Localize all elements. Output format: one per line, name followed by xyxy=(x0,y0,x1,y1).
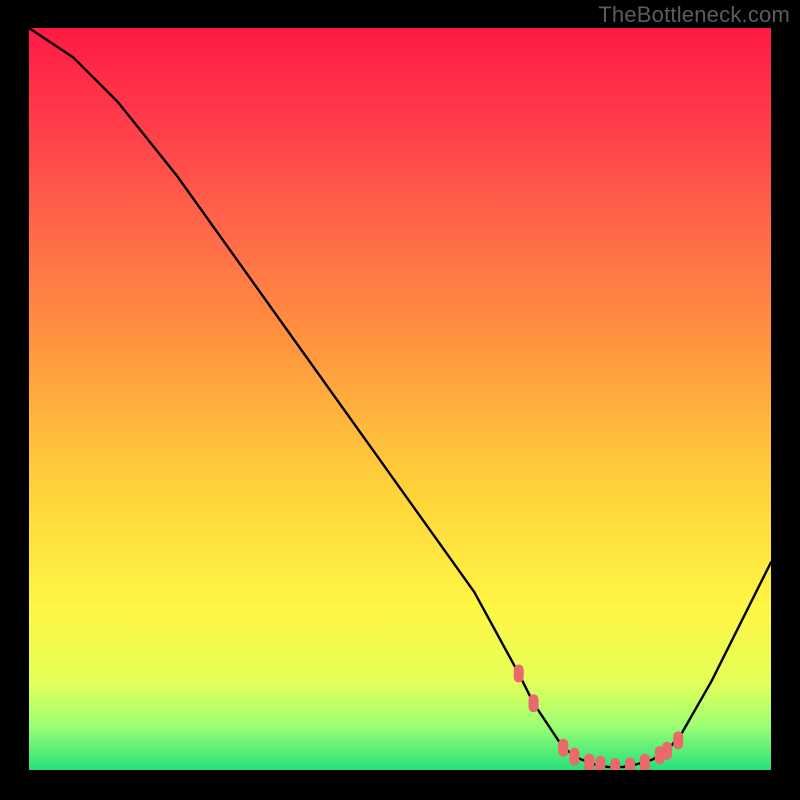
plot-area xyxy=(29,28,771,770)
marker-point xyxy=(569,748,579,766)
marker-point xyxy=(514,665,524,683)
gradient-background xyxy=(29,28,771,770)
marker-point xyxy=(662,742,672,760)
marker-point xyxy=(529,694,539,712)
marker-point xyxy=(610,758,620,770)
chart-container: TheBottleneck.com xyxy=(0,0,800,800)
marker-point xyxy=(584,754,594,770)
marker-point xyxy=(640,754,650,770)
marker-point xyxy=(595,756,605,770)
marker-point xyxy=(673,731,683,749)
marker-point xyxy=(625,757,635,770)
watermark-text: TheBottleneck.com xyxy=(598,2,790,28)
chart-svg xyxy=(29,28,771,770)
marker-point xyxy=(558,739,568,757)
